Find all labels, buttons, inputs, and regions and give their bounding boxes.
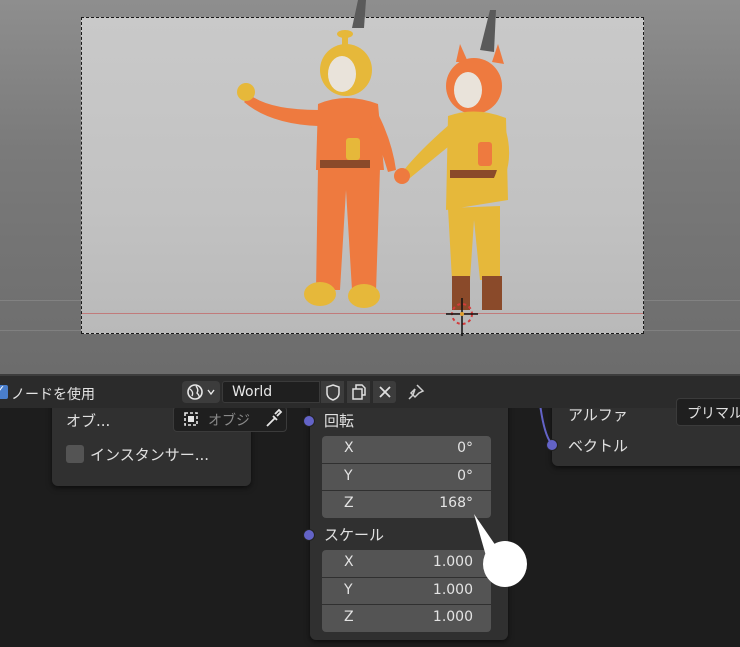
- world-type-dropdown[interactable]: [182, 381, 220, 403]
- rotation-label: 回転: [324, 412, 355, 430]
- axis-label: X: [344, 554, 354, 570]
- axis-label: Y: [344, 468, 353, 484]
- scale-label: スケール: [324, 526, 385, 544]
- shield-icon: [326, 384, 340, 401]
- object-picker-field[interactable]: オブジ: [173, 408, 287, 432]
- pin-button[interactable]: [405, 383, 425, 407]
- world-icon: [187, 384, 215, 400]
- rotation-x-value: 0°: [457, 440, 473, 456]
- node-editor-header: ✓ ノードを使用 World: [0, 374, 740, 410]
- rotation-input-socket[interactable]: [303, 415, 315, 427]
- camera-gizmo: [480, 10, 496, 52]
- object-info-node[interactable]: オブ... オブジ インスタンサー...: [52, 408, 287, 486]
- axis-label: X: [344, 440, 354, 456]
- instancer-checkbox[interactable]: [66, 445, 84, 463]
- object-square-icon: [184, 412, 198, 426]
- vector-label: ベクトル: [568, 437, 629, 455]
- checkmark-icon: ✓: [0, 383, 6, 396]
- rotation-y-value: 0°: [457, 468, 473, 484]
- world-name: World: [232, 384, 273, 400]
- callout-bubble: [483, 541, 527, 587]
- scale-z-field[interactable]: Z 1.000: [322, 605, 491, 632]
- pin-icon: [408, 384, 425, 400]
- fake-user-button[interactable]: [320, 381, 344, 403]
- use-nodes-label: ノードを使用: [11, 387, 95, 403]
- use-nodes-checkbox[interactable]: ✓: [0, 383, 8, 399]
- scale-x-field[interactable]: X 1.000: [322, 550, 491, 577]
- axis-label: Z: [344, 609, 354, 625]
- object-label: オブ...: [66, 412, 111, 430]
- character-orange: [237, 30, 396, 308]
- alpha-mode-dropdown[interactable]: プリマル: [676, 398, 740, 426]
- world-name-field[interactable]: World: [222, 381, 320, 403]
- rotation-z-value: 168°: [439, 495, 473, 511]
- 3d-viewport[interactable]: [0, 0, 740, 374]
- duplicate-icon: [352, 384, 366, 400]
- vector-input-socket[interactable]: [546, 439, 558, 451]
- scale-z-value: 1.000: [432, 609, 473, 625]
- rotation-z-field[interactable]: Z 168°: [322, 491, 491, 518]
- rotation-y-field[interactable]: Y 0°: [322, 464, 491, 490]
- alpha-mode-value: プリマル: [687, 406, 740, 422]
- character-yellow: [394, 44, 510, 310]
- alpha-label: アルファ: [568, 408, 628, 424]
- 3d-cursor-icon: [446, 298, 478, 336]
- object-placeholder: オブジ: [208, 413, 250, 429]
- scale-y-value: 1.000: [432, 582, 473, 598]
- scale-input-socket[interactable]: [303, 529, 315, 541]
- unlink-button[interactable]: [372, 381, 396, 403]
- transform-node[interactable]: 回転 X 0° Y 0° Z 168° スケール X 1.000 Y 1.000…: [310, 408, 508, 640]
- scale-y-field[interactable]: Y 1.000: [322, 578, 491, 604]
- eyedropper-icon[interactable]: [262, 408, 284, 431]
- camera-gizmo: [352, 0, 366, 28]
- scale-x-value: 1.000: [432, 554, 473, 570]
- close-icon: [379, 386, 391, 398]
- duplicate-button[interactable]: [346, 381, 370, 403]
- chevron-down-icon: [207, 389, 215, 396]
- scene-render: [237, 0, 510, 336]
- rotation-x-field[interactable]: X 0°: [322, 436, 491, 463]
- axis-label: Z: [344, 495, 354, 511]
- vector-link: [539, 408, 552, 444]
- instancer-label: インスタンサー...: [90, 446, 210, 464]
- axis-label: Y: [344, 582, 353, 598]
- node-editor-canvas[interactable]: オブ... オブジ インスタンサー... 回転 X 0° Y 0° Z 168°: [0, 408, 740, 647]
